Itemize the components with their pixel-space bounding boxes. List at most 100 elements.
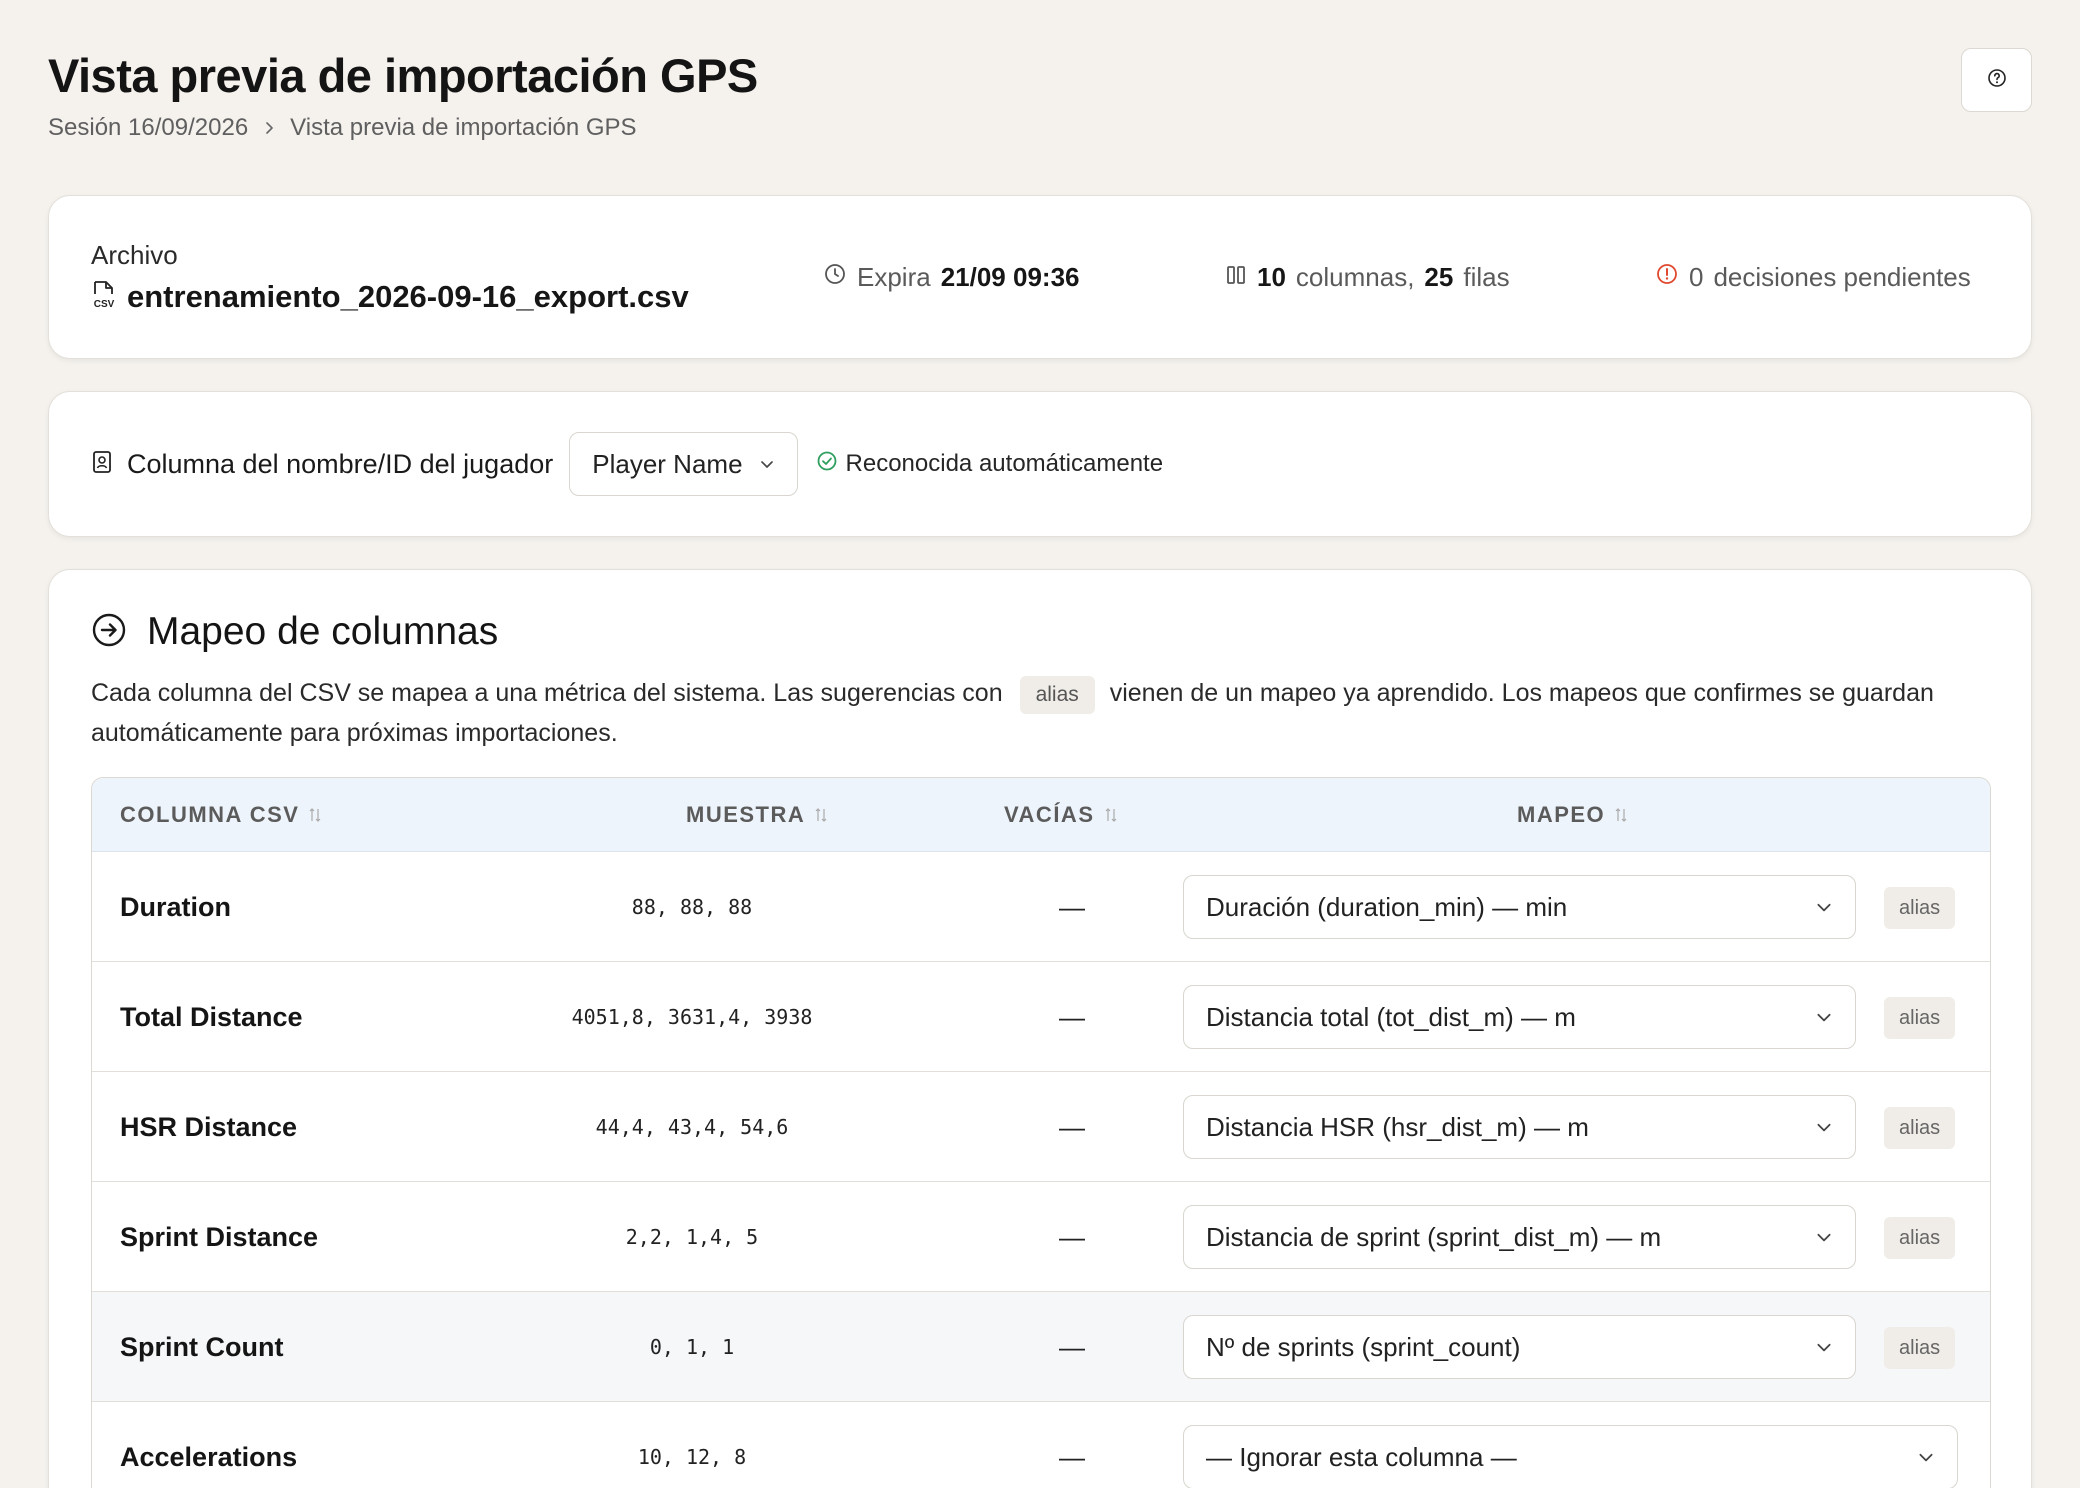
page-header: Vista previa de importación GPS Sesión 1…	[48, 46, 758, 142]
mapping-select[interactable]: — Ignorar esta columna —	[1183, 1425, 1958, 1488]
table-row: Sprint Distance 2,2, 1,4, 5 — Distancia …	[92, 1182, 1990, 1292]
sample-values: 44,4, 43,4, 54,6	[595, 1115, 789, 1139]
table-row: Total Distance 4051,8, 3631,4, 3938 — Di…	[92, 962, 1990, 1072]
mapping-select-value: Distancia total (tot_dist_m) — m	[1206, 1001, 1576, 1032]
player-column-card: Columna del nombre/ID del jugador Player…	[48, 391, 2032, 537]
chevron-down-icon	[1815, 892, 1833, 923]
sample-values: 88, 88, 88	[631, 895, 753, 919]
chevron-down-icon	[1815, 1222, 1833, 1253]
file-name: entrenamiento_2026-09-16_export.csv	[127, 279, 689, 314]
expires-label: Expira	[857, 262, 931, 292]
mapping-select-value: Duración (duration_min) — min	[1206, 891, 1568, 922]
header-empty[interactable]: VACÍAS	[1004, 778, 1117, 852]
mapping-select[interactable]: Nº de sprints (sprint_count)	[1183, 1315, 1856, 1379]
player-column-label: Columna del nombre/ID del jugador	[127, 448, 554, 479]
pending-stat: 0 decisiones pendientes	[1655, 262, 1971, 293]
mapping-title: Mapeo de columnas	[147, 610, 499, 653]
alias-badge: alias	[1884, 997, 1956, 1039]
auto-recognized-status: Reconocida automáticamente	[816, 450, 1164, 479]
column-mapping-card: Mapeo de columnas Cada columna del CSV s…	[48, 569, 2032, 1488]
empty-count: —	[1059, 1001, 1085, 1032]
chevron-down-icon	[1815, 1112, 1833, 1143]
csv-column-name: Sprint Count	[120, 1331, 284, 1362]
header-mapping-label: MAPEO	[1517, 802, 1606, 827]
chevron-right-icon	[262, 121, 276, 135]
sort-icon	[815, 807, 827, 823]
empty-count: —	[1059, 891, 1085, 922]
clock-icon	[823, 262, 847, 293]
player-column-select[interactable]: Player Name	[569, 432, 798, 496]
header-mapping[interactable]: MAPEO	[1517, 778, 1627, 852]
alias-chip: alias	[1019, 676, 1095, 714]
alias-badge: alias	[1884, 1107, 1956, 1149]
player-column-value: Player Name	[592, 448, 743, 479]
sample-values: 2,2, 1,4, 5	[625, 1225, 759, 1249]
header-sample[interactable]: MUESTRA	[686, 778, 827, 852]
table-row: Duration 88, 88, 88 — Duración (duration…	[92, 852, 1990, 962]
csv-file-icon: CSV	[91, 280, 117, 315]
empty-count: —	[1059, 1111, 1085, 1142]
rows-count: 25	[1424, 262, 1454, 292]
breadcrumb-session-link[interactable]: Sesión 16/09/2026	[48, 114, 248, 142]
mapping-select-value: Nº de sprints (sprint_count)	[1206, 1331, 1521, 1362]
empty-count: —	[1059, 1221, 1085, 1252]
sample-values: 0, 1, 1	[649, 1335, 735, 1359]
table-header: COLUMNA CSV MUESTRA VACÍAS MAPEO	[92, 778, 1990, 852]
header-csv-column[interactable]: COLUMNA CSV	[120, 778, 321, 852]
mapping-select[interactable]: Distancia HSR (hsr_dist_m) — m	[1183, 1095, 1856, 1159]
sort-icon	[1615, 807, 1627, 823]
id-badge-icon	[91, 450, 113, 479]
breadcrumb-current: Vista previa de importación GPS	[290, 114, 637, 141]
chevron-down-icon	[1815, 1332, 1833, 1363]
breadcrumb: Sesión 16/09/2026 Vista previa de import…	[48, 114, 758, 142]
alias-badge: alias	[1884, 887, 1956, 929]
file-label: Archivo	[91, 240, 178, 270]
csv-column-name: Duration	[120, 891, 231, 922]
header-csv-column-label: COLUMNA CSV	[120, 802, 300, 827]
alert-circle-icon	[1655, 262, 1679, 293]
mapping-select-value: Distancia de sprint (sprint_dist_m) — m	[1206, 1221, 1662, 1252]
header-empty-label: VACÍAS	[1004, 802, 1095, 827]
arrow-right-circle-icon	[91, 612, 127, 653]
chevron-down-icon	[1815, 1002, 1833, 1033]
mapping-description-start: Cada columna del CSV se mapea a una métr…	[91, 679, 1003, 707]
auto-recognized-text: Reconocida automáticamente	[845, 450, 1164, 477]
csv-column-name: Accelerations	[120, 1441, 298, 1472]
mapping-select-value: — Ignorar esta columna —	[1206, 1441, 1517, 1472]
mapping-description: Cada columna del CSV se mapea a una métr…	[91, 674, 1991, 752]
csv-column-name: Total Distance	[120, 1001, 303, 1032]
sample-values: 4051,8, 3631,4, 3938	[571, 1005, 813, 1029]
mapping-select[interactable]: Distancia total (tot_dist_m) — m	[1183, 985, 1856, 1049]
alias-badge: alias	[1884, 1327, 1956, 1369]
columns-icon	[1225, 262, 1247, 293]
columns-label: columnas,	[1295, 262, 1415, 292]
help-circle-icon	[1987, 68, 2007, 93]
chevron-down-icon	[1917, 1442, 1935, 1473]
table-row: HSR Distance 44,4, 43,4, 54,6 — Distanci…	[92, 1072, 1990, 1182]
file-info-card: Archivo CSV entrenamiento_2026-09-16_exp…	[48, 195, 2032, 359]
pending-label: decisiones pendientes	[1713, 262, 1971, 292]
empty-count: —	[1059, 1331, 1085, 1362]
sample-values: 10, 12, 8	[637, 1445, 747, 1469]
mapping-table: COLUMNA CSV MUESTRA VACÍAS MAPEO Duratio…	[91, 777, 1991, 1488]
empty-count: —	[1059, 1441, 1085, 1472]
mapping-select-value: Distancia HSR (hsr_dist_m) — m	[1206, 1111, 1589, 1142]
mapping-select[interactable]: Distancia de sprint (sprint_dist_m) — m	[1183, 1205, 1856, 1269]
file-block: Archivo CSV entrenamiento_2026-09-16_exp…	[91, 240, 689, 315]
help-button[interactable]	[1961, 48, 2032, 112]
page-title: Vista previa de importación GPS	[48, 49, 758, 102]
pending-count: 0	[1689, 262, 1704, 292]
columns-count: 10	[1257, 262, 1286, 292]
mapping-select[interactable]: Duración (duration_min) — min	[1183, 875, 1856, 939]
csv-column-name: Sprint Distance	[120, 1221, 319, 1252]
rows-label: filas	[1463, 262, 1510, 292]
table-row: Sprint Count 0, 1, 1 — Nº de sprints (sp…	[92, 1292, 1990, 1402]
alias-badge: alias	[1884, 1217, 1956, 1259]
header-sample-label: MUESTRA	[686, 802, 806, 827]
expires-value: 21/09 09:36	[940, 262, 1080, 292]
chevron-down-icon	[759, 456, 775, 472]
csv-column-name: HSR Distance	[120, 1111, 298, 1142]
expires-stat: Expira 21/09 09:36	[823, 262, 1080, 293]
check-circle-icon	[816, 450, 838, 479]
sort-icon	[1105, 807, 1117, 823]
